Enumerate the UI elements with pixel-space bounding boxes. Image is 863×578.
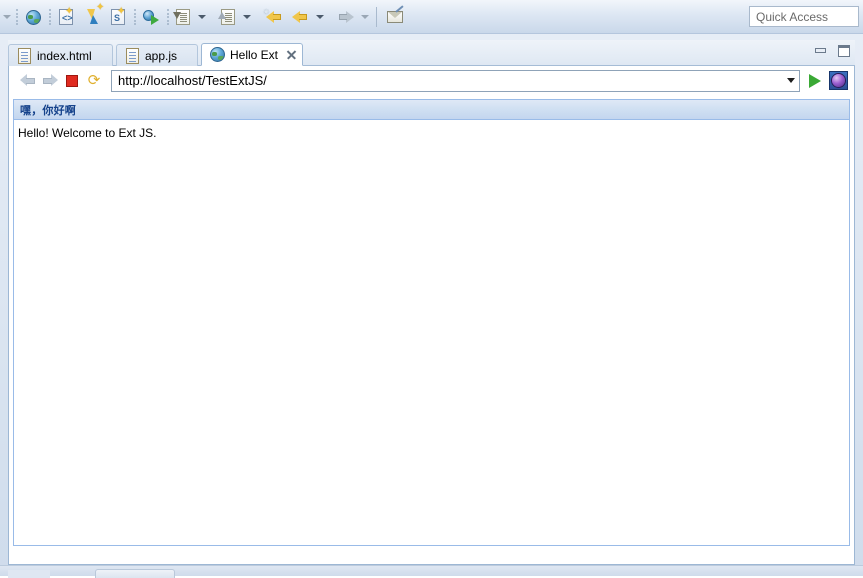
toolbar-overflow-arrow[interactable] [0, 6, 13, 28]
editor-window-controls [814, 44, 851, 58]
status-bar [0, 565, 863, 576]
import-button[interactable] [171, 4, 195, 30]
stop-icon [66, 75, 78, 87]
forward-arrow-icon [334, 6, 356, 28]
browser-back-button[interactable] [17, 70, 39, 92]
forward-arrow-icon [42, 74, 58, 87]
url-bar[interactable]: http://localhost/TestExtJS/ [111, 70, 800, 92]
export-icon [217, 6, 239, 28]
new-xml-file-button[interactable]: <>✦ [53, 4, 79, 30]
toolbar-grip[interactable] [46, 7, 53, 27]
web-page-content: 嘿，你好啊 Hello! Welcome to Ext JS. [9, 95, 854, 564]
main-toolbar: <>✦ ✦ S✦ [0, 0, 863, 34]
back-dropdown-button[interactable] [287, 4, 313, 30]
new-javascript-file-button[interactable]: ✦ [79, 4, 105, 30]
ext-panel-body-text: Hello! Welcome to Ext JS. [18, 126, 157, 140]
minimize-icon[interactable] [814, 45, 828, 57]
status-left-region [8, 570, 50, 578]
quick-access-input[interactable]: Quick Access [749, 6, 859, 27]
html-file-icon [17, 48, 32, 64]
stylesheet-icon: S✦ [107, 6, 129, 28]
javascript-icon: ✦ [81, 6, 103, 28]
web-orb-icon [829, 71, 848, 90]
export-dropdown-arrow[interactable] [240, 6, 253, 28]
tab-index-html[interactable]: index.html [8, 44, 113, 66]
toolbar-grip[interactable] [13, 7, 20, 27]
url-input[interactable]: http://localhost/TestExtJS/ [112, 73, 782, 88]
ext-panel-header: 嘿，你好啊 [14, 100, 849, 120]
back-history-button[interactable]: ✷ [261, 4, 287, 30]
toolbar-grip[interactable] [164, 7, 171, 27]
back-arrow-icon [289, 6, 311, 28]
forward-dropdown-arrow[interactable] [358, 6, 371, 28]
new-page-icon: <>✦ [55, 6, 77, 28]
back-arrow-icon: ✷ [263, 6, 285, 28]
run-on-server-button[interactable] [138, 4, 164, 30]
ext-panel: 嘿，你好啊 Hello! Welcome to Ext JS. [13, 99, 850, 546]
import-dropdown-arrow[interactable] [195, 6, 208, 28]
globe-icon [22, 6, 44, 28]
editor-tab-folder: index.html app.js Hello Ext [8, 40, 855, 66]
ext-panel-body: Hello! Welcome to Ext JS. [14, 120, 849, 545]
new-css-file-button[interactable]: S✦ [105, 4, 131, 30]
ext-panel-title: 嘿，你好啊 [20, 102, 76, 118]
chevron-down-icon[interactable] [782, 71, 799, 91]
browser-forward-button[interactable] [39, 70, 61, 92]
internal-web-browser: ⟳ http://localhost/TestExtJS/ 嘿，你好啊 [8, 66, 855, 565]
js-file-icon [125, 48, 140, 64]
browser-go-button[interactable] [804, 70, 826, 92]
forward-history-button[interactable] [332, 4, 358, 30]
run-icon [140, 6, 162, 28]
open-web-browser-button[interactable] [20, 4, 46, 30]
browser-navigation-bar: ⟳ http://localhost/TestExtJS/ [9, 66, 854, 95]
export-button[interactable] [216, 4, 240, 30]
back-dropdown-arrow[interactable] [313, 6, 326, 28]
maximize-icon[interactable] [837, 44, 851, 58]
eclipse-ide-window: <>✦ ✦ S✦ [0, 0, 863, 576]
envelope-icon [384, 6, 406, 28]
toolbar-grip[interactable] [131, 7, 138, 27]
import-icon [172, 6, 194, 28]
browser-stop-button[interactable] [61, 70, 83, 92]
back-arrow-icon [20, 74, 36, 87]
status-view-tab[interactable] [95, 569, 175, 578]
tab-hello-ext[interactable]: Hello Ext [201, 43, 303, 66]
toolbar-separator [376, 7, 377, 27]
open-external-browser-button[interactable] [826, 70, 850, 92]
refresh-icon: ⟳ [86, 73, 102, 88]
new-annotation-button[interactable] [382, 4, 408, 30]
tab-label: app.js [145, 49, 177, 63]
close-icon[interactable] [286, 49, 297, 60]
tab-label: index.html [37, 49, 92, 63]
globe-icon [210, 47, 225, 63]
browser-refresh-button[interactable]: ⟳ [83, 70, 105, 92]
tab-label: Hello Ext [230, 48, 278, 62]
editor-area: index.html app.js Hello Ext [8, 40, 855, 565]
quick-access-placeholder: Quick Access [756, 10, 828, 24]
tab-app-js[interactable]: app.js [116, 44, 198, 66]
